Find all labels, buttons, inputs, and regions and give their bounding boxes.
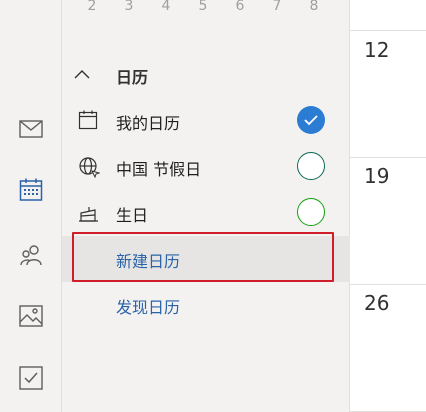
month-grid: 12 19 26 xyxy=(350,0,426,412)
grid-date-cell[interactable]: 26 xyxy=(364,291,389,315)
globe-icon xyxy=(78,156,101,179)
calendar-toggle-checkbox[interactable] xyxy=(297,106,325,134)
calendar-icon[interactable] xyxy=(18,177,44,203)
calendar-item-birthdays[interactable]: 生日 xyxy=(62,190,350,236)
birthday-cake-icon xyxy=(78,202,100,224)
photos-icon[interactable] xyxy=(18,303,44,329)
mini-calendar-day[interactable]: 7 xyxy=(269,0,285,14)
mini-calendar-day[interactable]: 4 xyxy=(158,0,174,14)
new-calendar-button[interactable]: 新建日历 xyxy=(62,232,350,282)
mini-calendar-day[interactable]: 2 xyxy=(84,0,100,14)
calendar-item-label: 中国 节假日 xyxy=(116,160,202,179)
mini-calendar-day[interactable]: 8 xyxy=(306,0,322,14)
mini-calendar-day[interactable]: 3 xyxy=(121,0,137,14)
mail-icon[interactable] xyxy=(18,116,44,142)
focus-outline xyxy=(72,232,334,282)
calendar-item-label: 我的日历 xyxy=(116,114,181,133)
mini-calendar-day[interactable]: 5 xyxy=(195,0,211,14)
todo-icon[interactable] xyxy=(18,365,44,391)
grid-divider xyxy=(350,30,426,31)
grid-divider xyxy=(350,157,426,158)
app-rail xyxy=(0,0,62,412)
checkmark-icon xyxy=(304,115,318,126)
grid-divider xyxy=(350,284,426,285)
calendars-section-header[interactable]: 日历 xyxy=(62,58,350,92)
mini-calendar-week: 2 3 4 5 6 7 8 xyxy=(62,0,350,18)
discover-calendars-button[interactable]: 发现日历 xyxy=(62,282,350,328)
grid-date-cell[interactable]: 12 xyxy=(364,38,389,62)
calendar-item-label: 生日 xyxy=(116,206,149,225)
calendar-item-my-calendar[interactable]: 我的日历 xyxy=(62,98,350,144)
people-icon[interactable] xyxy=(18,242,44,268)
section-title: 日历 xyxy=(116,68,149,87)
mini-calendar-day[interactable]: 6 xyxy=(232,0,248,14)
chevron-up-icon xyxy=(72,65,92,85)
grid-date-cell[interactable]: 19 xyxy=(364,164,389,188)
calendar-toggle-checkbox[interactable] xyxy=(297,152,325,180)
calendar-item-china-holidays[interactable]: 中国 节假日 xyxy=(62,144,350,190)
calendars-panel: 2 3 4 5 6 7 8 日历 我的日历 中国 节假日 生日 新建日历 发现日… xyxy=(62,0,350,412)
calendar-icon xyxy=(78,110,100,132)
calendar-toggle-checkbox[interactable] xyxy=(297,198,325,226)
discover-calendars-label: 发现日历 xyxy=(116,298,181,317)
